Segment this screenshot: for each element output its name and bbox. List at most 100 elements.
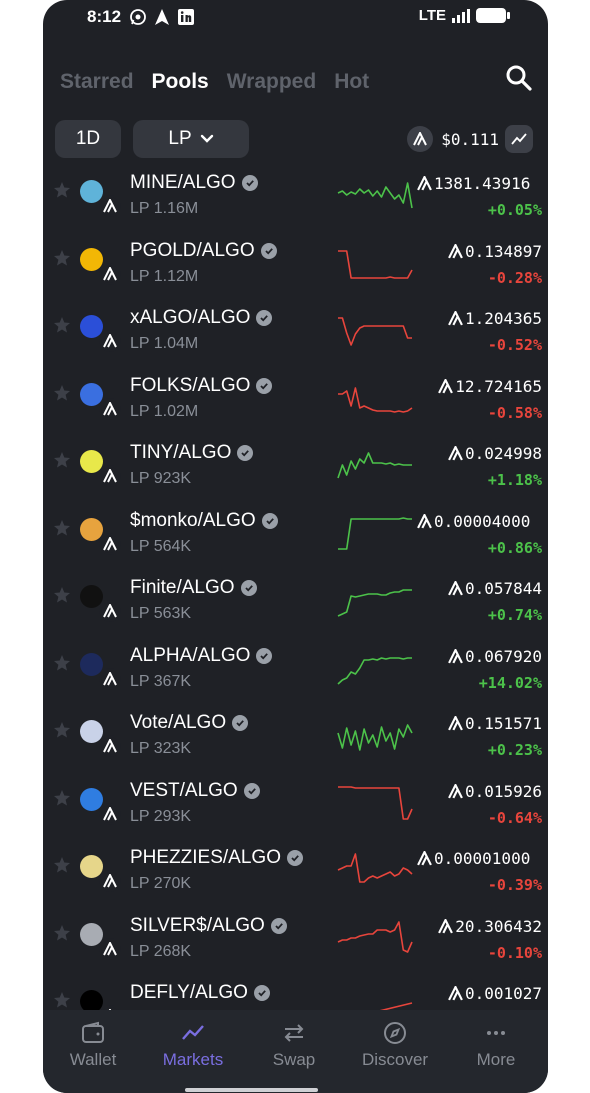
pool-row[interactable]: ALPHA/ALGO LP 367K 0.067920 +14.02% — [43, 641, 548, 709]
pool-pair-label: DEFLY/ALGO — [130, 982, 248, 1003]
star-icon[interactable] — [53, 924, 71, 942]
defly-token-icon — [80, 990, 103, 1010]
pool-pair-label: ALPHA/ALGO — [130, 644, 251, 666]
pool-price: 1.204365 — [412, 309, 542, 328]
pool-pair-label: xALGO/ALGO — [130, 307, 251, 328]
sparkline-series — [338, 386, 413, 413]
algo-logo-icon — [448, 446, 463, 461]
algo-badge-icon — [99, 330, 121, 352]
pool-liquidity: LP 270K — [130, 875, 192, 892]
monko-token-icon — [80, 517, 103, 541]
pool-pair: xALGO/ALGO — [130, 307, 273, 329]
more-icon — [487, 1031, 505, 1035]
pool-row[interactable]: Vote/ALGO LP 323K 0.151571 +0.23% — [43, 708, 548, 776]
algo-logo-icon — [448, 648, 463, 663]
network-type: LTE — [418, 7, 446, 24]
battery-icon — [476, 8, 510, 23]
pool-pair: MINE/ALGO — [130, 172, 258, 194]
star-icon[interactable] — [53, 654, 71, 672]
bottom-nav: Wallet Markets Swap Discover More — [43, 1010, 548, 1093]
pool-row[interactable]: xALGO/ALGO LP 1.04M 1.204365 -0.52% — [43, 303, 548, 371]
pool-change: +0.23% — [487, 741, 542, 759]
pool-row[interactable]: DEFLY/ALGO 0.001027 — [43, 978, 548, 1010]
nav-wallet[interactable]: Wallet — [43, 1020, 143, 1070]
star-icon[interactable] — [53, 856, 71, 874]
star-icon[interactable] — [53, 451, 71, 469]
sparkline-series — [337, 452, 412, 479]
star-icon[interactable] — [53, 789, 71, 807]
pool-row[interactable]: TINY/ALGO LP 923K 0.024998 +1.18% — [43, 438, 548, 506]
price-sparkline — [337, 589, 412, 617]
algo-badge-icon — [99, 262, 121, 285]
algo-badge-icon — [99, 600, 121, 622]
nav-discover[interactable]: Discover — [345, 1020, 445, 1070]
nav-more[interactable]: More — [446, 1020, 546, 1070]
pool-pair: PGOLD/ALGO — [130, 240, 277, 262]
pool-pair: SILVER$/ALGO — [130, 915, 287, 937]
search-icon[interactable] — [504, 63, 534, 93]
pool-row[interactable]: Finite/ALGO LP 563K 0.057844 +0.74% — [43, 573, 548, 641]
tab-starred[interactable]: Starred — [60, 70, 134, 94]
sort-dropdown[interactable]: LP — [133, 120, 249, 158]
price-sparkline — [338, 249, 413, 279]
star-icon[interactable] — [53, 316, 71, 334]
nav-markets[interactable]: Markets — [143, 1020, 243, 1070]
algo-logo-icon — [448, 986, 463, 1001]
pool-price: 0.057844 — [412, 579, 542, 598]
algo-logo-icon — [448, 243, 463, 258]
star-icon[interactable] — [53, 519, 71, 537]
price-sparkline — [338, 785, 413, 820]
pool-row[interactable]: SILVER$/ALGO LP 268K 20.306432 -0.10% — [43, 911, 548, 979]
swap-icon — [284, 1024, 304, 1042]
algo-price-value: $0.111 — [441, 129, 499, 149]
pool-price-value: 1.204365 — [464, 309, 542, 328]
sparkline-series — [338, 785, 413, 820]
tab-pools[interactable]: Pools — [152, 70, 209, 94]
sparkline-series — [337, 724, 413, 751]
algo-badge-icon — [99, 937, 121, 960]
star-icon[interactable] — [53, 384, 71, 402]
star-icon[interactable] — [53, 586, 71, 604]
star-icon[interactable] — [53, 991, 71, 1009]
pool-change: +14.02% — [478, 673, 542, 692]
algo-logo-icon — [407, 126, 434, 152]
pool-row[interactable]: VEST/ALGO LP 293K 0.015926 -0.64% — [43, 776, 548, 844]
whatsapp-icon — [130, 9, 146, 25]
price-sparkline — [337, 724, 413, 751]
nav-swap[interactable]: Swap — [244, 1020, 344, 1070]
pool-price-value: 0.001027 — [464, 984, 542, 1003]
sparkline-series — [338, 249, 413, 279]
pool-price-value: 0.00004000 — [434, 511, 531, 531]
algo-badge-icon — [99, 532, 121, 555]
verified-icon — [286, 850, 303, 866]
pool-row[interactable]: $monko/ALGO LP 564K 0.00004000 +0.86% — [43, 506, 548, 574]
pool-pair: ALPHA/ALGO — [130, 644, 273, 667]
star-icon[interactable] — [53, 249, 71, 267]
pool-price-value: 1381.43916 — [434, 174, 531, 193]
pool-pair-label: MINE/ALGO — [130, 172, 236, 193]
pool-row[interactable]: MINE/ALGO LP 1.16M 1381.43916 +0.05% — [43, 168, 548, 236]
period-selector[interactable]: 1D — [55, 120, 121, 158]
pool-liquidity: LP 1.04M — [130, 335, 199, 352]
star-icon[interactable] — [53, 181, 71, 199]
pool-row[interactable]: FOLKS/ALGO LP 1.02M 12.724165 -0.58% — [43, 371, 548, 439]
verified-icon — [253, 985, 270, 1001]
algo-badge-icon — [99, 465, 121, 487]
algo-badge-icon — [99, 802, 121, 825]
algo-badge-icon — [99, 870, 121, 892]
chart-toggle-button[interactable] — [505, 125, 533, 153]
pool-price: 0.067920 — [412, 647, 542, 666]
pool-liquidity: LP 1.16M — [130, 200, 199, 217]
star-icon[interactable] — [53, 721, 71, 739]
pool-price-value: 0.057844 — [464, 579, 542, 598]
chevron-down-icon — [200, 134, 213, 143]
algo-logo-icon — [417, 176, 432, 191]
pool-row[interactable]: PGOLD/ALGO LP 1.12M 0.134897 -0.28% — [43, 236, 548, 304]
linkedin-icon — [178, 9, 194, 25]
tab-wrapped[interactable]: Wrapped — [227, 70, 316, 94]
pool-pair-label: VEST/ALGO — [130, 779, 238, 801]
tab-hot[interactable]: Hot — [334, 70, 369, 94]
pool-pair-label: SILVER$/ALGO — [130, 914, 265, 936]
pool-row[interactable]: PHEZZIES/ALGO LP 270K 0.00001000 -0.39% — [43, 843, 548, 911]
status-bar: 8:12 LTE — [43, 0, 548, 34]
